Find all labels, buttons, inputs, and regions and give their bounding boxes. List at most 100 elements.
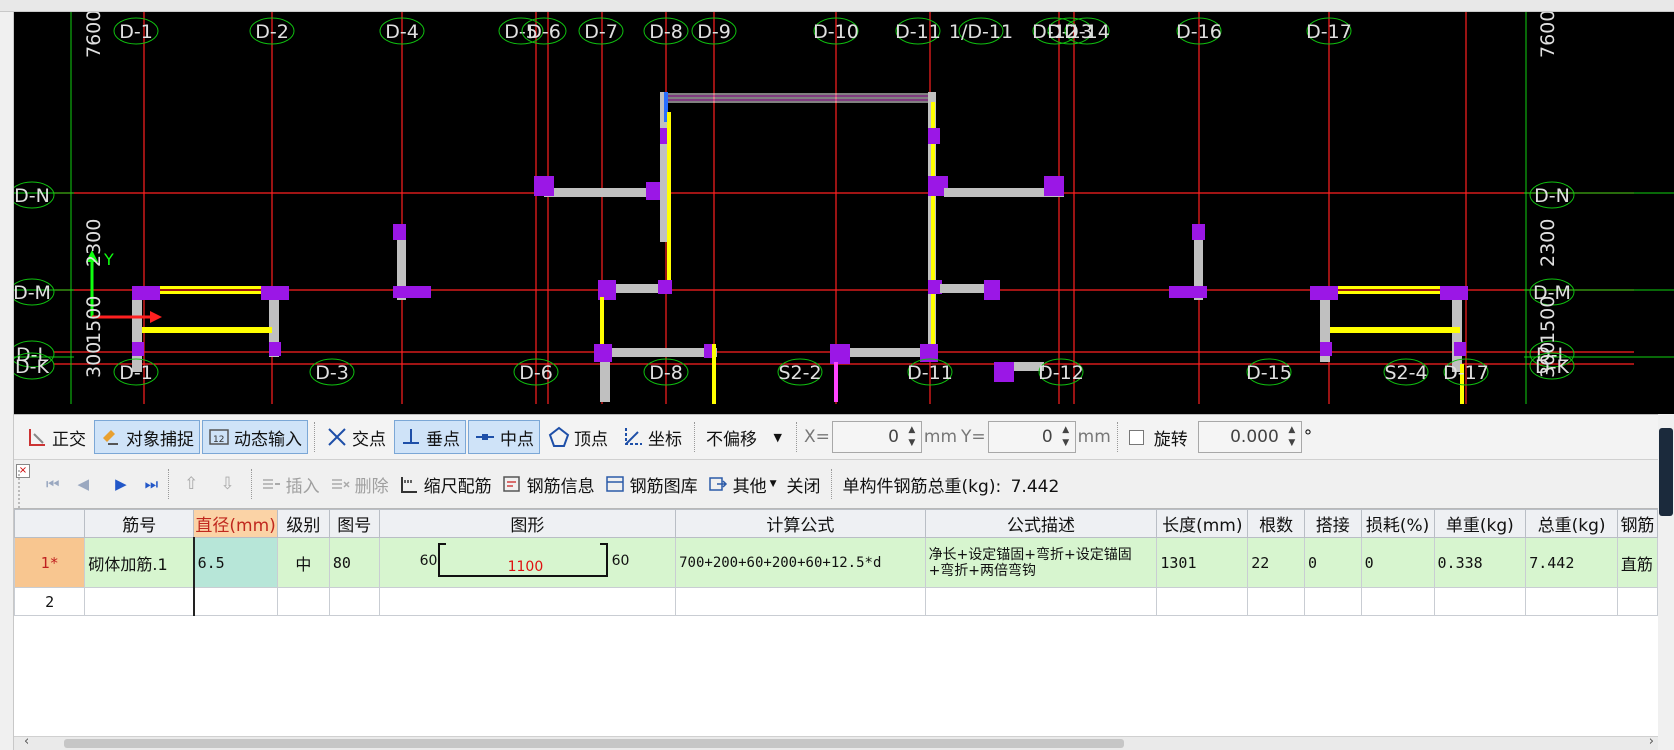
wall-segment[interactable] bbox=[712, 344, 716, 404]
cell-grade[interactable]: 中 bbox=[277, 537, 330, 588]
coordinate-button[interactable]: 坐标 bbox=[616, 420, 688, 454]
structural-column[interactable] bbox=[594, 344, 612, 362]
cell-bar-type[interactable]: 直筋 bbox=[1616, 537, 1658, 588]
midpoint-button[interactable]: 中点 bbox=[468, 420, 540, 454]
rebar-library-button[interactable]: 钢筋图库 bbox=[601, 468, 702, 500]
scroll-left-icon[interactable]: ‹ bbox=[24, 734, 29, 749]
structural-column[interactable] bbox=[132, 286, 160, 300]
col-header-bar-type[interactable]: 钢筋 bbox=[1616, 509, 1658, 538]
move-up-button[interactable]: ⇧ bbox=[174, 468, 208, 500]
wall-segment[interactable] bbox=[600, 362, 610, 402]
spinner-arrows-icon[interactable]: ▲ ▼ bbox=[905, 424, 919, 450]
cell-description[interactable]: 净长+设定锚固+弯折+设定锚固+弯折+两倍弯钩 bbox=[924, 537, 1158, 588]
structural-column[interactable] bbox=[393, 286, 431, 298]
cell-figure-no[interactable]: 80 bbox=[328, 537, 380, 588]
cell-lap[interactable]: 0 bbox=[1303, 537, 1362, 588]
close-button[interactable]: 关闭 bbox=[783, 468, 825, 500]
cell-count[interactable] bbox=[1247, 587, 1305, 616]
cell-unit-weight[interactable]: 0.338 bbox=[1433, 537, 1527, 588]
other-menu-button[interactable]: 其他 ▼ bbox=[704, 468, 781, 500]
cell-figure-no[interactable] bbox=[328, 587, 380, 616]
structural-column[interactable] bbox=[994, 362, 1014, 382]
structural-column[interactable] bbox=[1320, 342, 1332, 356]
structural-column[interactable] bbox=[1044, 176, 1064, 196]
insert-button[interactable]: 插入 bbox=[257, 468, 324, 500]
row-number[interactable]: 1* bbox=[14, 537, 86, 588]
rotate-angle-input[interactable]: 0.000 ▲ ▼ bbox=[1197, 421, 1302, 453]
cell-loss[interactable]: 0 bbox=[1360, 537, 1435, 588]
structural-column[interactable] bbox=[393, 224, 406, 240]
cell-loss[interactable] bbox=[1360, 587, 1435, 616]
col-header-figure-no[interactable]: 图号 bbox=[328, 509, 380, 538]
cell-bar-name[interactable] bbox=[84, 587, 195, 616]
structural-column[interactable] bbox=[1454, 342, 1466, 356]
col-header-formula[interactable]: 计算公式 bbox=[675, 509, 926, 538]
move-down-button[interactable]: ⇩ bbox=[210, 468, 244, 500]
cell-length[interactable]: 1301 bbox=[1156, 537, 1249, 588]
cell-lap[interactable] bbox=[1303, 587, 1362, 616]
col-header-loss[interactable]: 损耗(%) bbox=[1360, 509, 1435, 538]
rebar-line[interactable] bbox=[1336, 286, 1456, 289]
cell-total-weight[interactable]: 7.442 bbox=[1525, 537, 1618, 588]
horizontal-scrollbar[interactable]: ‹ › bbox=[14, 734, 1658, 750]
cell-diameter[interactable]: 6.5 bbox=[192, 537, 279, 588]
structural-column[interactable] bbox=[132, 342, 144, 356]
col-header-lap[interactable]: 搭接 bbox=[1303, 509, 1362, 538]
delete-button[interactable]: 删除 bbox=[326, 468, 393, 500]
structural-column[interactable] bbox=[1192, 224, 1205, 240]
structural-column[interactable] bbox=[261, 286, 289, 300]
table-row[interactable]: 1* 砌体加筋.1 6.5 中 80 60 1100 60 700+200+60… bbox=[14, 537, 1658, 588]
col-header-length[interactable]: 长度(mm) bbox=[1156, 509, 1249, 538]
cell-total-weight[interactable] bbox=[1525, 587, 1618, 616]
cell-length[interactable] bbox=[1156, 587, 1249, 616]
rebar-line[interactable] bbox=[667, 112, 671, 292]
cell-diameter[interactable] bbox=[192, 587, 279, 616]
scale-rebar-button[interactable]: 缩尺配筋 bbox=[395, 468, 496, 500]
structural-column[interactable] bbox=[928, 128, 940, 144]
structural-column[interactable] bbox=[928, 280, 942, 294]
x-coordinate-input[interactable]: 0 ▲ ▼ bbox=[831, 421, 922, 453]
structural-column[interactable] bbox=[830, 344, 850, 364]
cell-grade[interactable] bbox=[277, 587, 330, 616]
spinner-arrows-icon[interactable]: ▲ ▼ bbox=[1059, 424, 1073, 450]
col-header-bar-no[interactable]: 筋号 bbox=[84, 509, 195, 538]
scroll-right-icon[interactable]: › bbox=[1649, 734, 1654, 749]
first-record-button[interactable]: ⏮ bbox=[42, 468, 64, 500]
structural-column[interactable] bbox=[984, 280, 1000, 300]
cell-formula[interactable] bbox=[675, 587, 926, 616]
wall-segment[interactable] bbox=[132, 292, 142, 372]
cell-formula[interactable]: 700+200+60+200+60+12.5*d bbox=[675, 537, 926, 588]
structural-column[interactable] bbox=[534, 176, 554, 196]
dynamic-input-button[interactable]: 12 动态输入 bbox=[202, 420, 308, 454]
vertical-slider-handle[interactable] bbox=[1659, 428, 1673, 516]
y-coordinate-input[interactable]: 0 ▲ ▼ bbox=[987, 421, 1076, 453]
structural-column[interactable] bbox=[1310, 286, 1338, 300]
cell-bar-type[interactable] bbox=[1616, 587, 1658, 616]
wall-segment[interactable] bbox=[597, 348, 717, 357]
next-record-button[interactable]: ▶ bbox=[103, 468, 139, 500]
intersection-button[interactable]: 交点 bbox=[320, 420, 392, 454]
cad-canvas[interactable]: Y D-1 D-2 D-4 D-5 D-6 D-7 D-8 D-9 D-10 D-11 1/D-11 D… bbox=[14, 12, 1674, 414]
cell-bar-name[interactable]: 砌体加筋.1 bbox=[84, 537, 195, 588]
rebar-info-button[interactable]: 钢筋信息 bbox=[498, 468, 599, 500]
structural-column[interactable] bbox=[269, 342, 281, 356]
structural-column[interactable] bbox=[1440, 286, 1468, 300]
col-header-count[interactable]: 根数 bbox=[1247, 509, 1305, 538]
col-header-shape[interactable]: 图形 bbox=[378, 509, 677, 538]
rotate-checkbox[interactable] bbox=[1128, 429, 1144, 445]
spinner-arrows-icon[interactable]: ▲ ▼ bbox=[1285, 424, 1299, 450]
structural-column[interactable] bbox=[658, 280, 672, 294]
offset-mode-select[interactable]: 不偏移 ▼ bbox=[700, 421, 788, 453]
rebar-line[interactable] bbox=[1336, 291, 1456, 294]
col-header-diameter[interactable]: 直径(mm) bbox=[193, 509, 279, 538]
row-number[interactable]: 2 bbox=[14, 587, 86, 616]
cell-description[interactable] bbox=[924, 587, 1158, 616]
rebar-line[interactable] bbox=[142, 327, 272, 333]
cell-count[interactable]: 22 bbox=[1247, 537, 1305, 588]
previous-record-button[interactable]: ◀ bbox=[66, 468, 102, 500]
perpendicular-button[interactable]: 垂点 bbox=[394, 420, 466, 454]
cell-shape[interactable] bbox=[378, 587, 677, 616]
structural-column[interactable] bbox=[1169, 286, 1207, 298]
scrollbar-thumb[interactable] bbox=[64, 739, 1124, 748]
table-row[interactable]: 2 bbox=[14, 587, 1658, 616]
